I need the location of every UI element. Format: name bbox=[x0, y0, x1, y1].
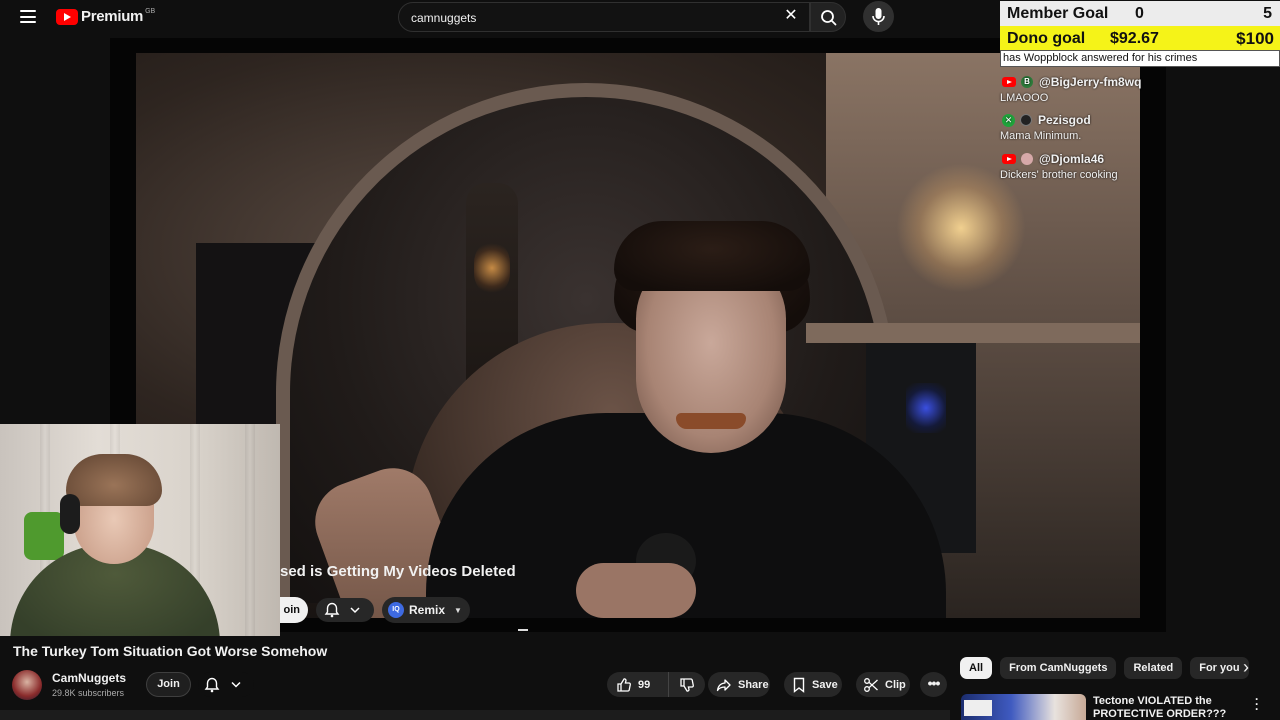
chat-username: @BigJerry-fm8wq bbox=[1039, 75, 1142, 89]
dono-goal-bar: Dono goal $92.67 $100 bbox=[1000, 26, 1280, 51]
channel-avatar[interactable] bbox=[12, 670, 42, 700]
chat-text: LMAOOO bbox=[1000, 92, 1049, 104]
video-title: The Turkey Tom Situation Got Worse Someh… bbox=[13, 643, 328, 659]
dono-goal-label: Dono goal bbox=[1007, 29, 1086, 47]
remix-label: Remix bbox=[409, 603, 446, 617]
recommended-video-title[interactable]: Tectone VIOLATED the PROTECTIVE ORDER??? bbox=[1093, 695, 1243, 720]
chat-username: Pezisgod bbox=[1038, 113, 1091, 127]
webcam-person-hair bbox=[66, 454, 162, 506]
scissors-icon bbox=[864, 677, 878, 692]
like-count: 99 bbox=[638, 678, 651, 691]
chat-avatar bbox=[1021, 153, 1033, 165]
menu-icon[interactable] bbox=[20, 10, 36, 23]
chat-message: @Djomla46 Dickers' brother cooking bbox=[1000, 151, 1200, 181]
search-button[interactable] bbox=[810, 2, 846, 32]
scene-hand bbox=[576, 563, 696, 618]
microphone-icon bbox=[872, 8, 885, 25]
clip-label: Clip bbox=[885, 678, 906, 691]
member-goal-bar: Member Goal 0 5 bbox=[1000, 1, 1280, 26]
xbox-icon: ✕ bbox=[1002, 113, 1015, 127]
like-button[interactable]: 99 bbox=[607, 672, 669, 697]
description-box-edge bbox=[0, 710, 950, 720]
dono-goal-current: $92.67 bbox=[1110, 29, 1159, 47]
brand-label: Premium bbox=[81, 8, 144, 25]
embedded-video-title: sed is Getting My Videos Deleted bbox=[280, 563, 516, 580]
chat-author-row: ✕ Pezisgod bbox=[1000, 112, 1200, 128]
chat-username: @Djomla46 bbox=[1039, 152, 1105, 166]
top-bar: Premium GB ✕ bbox=[0, 0, 1000, 36]
chat-message: B @BigJerry-fm8wq LMAOOO bbox=[1000, 74, 1200, 104]
search-icon bbox=[821, 10, 837, 26]
chat-author-row: B @BigJerry-fm8wq bbox=[1000, 74, 1200, 90]
region-label: GB bbox=[145, 8, 156, 15]
bell-icon bbox=[204, 677, 241, 693]
voice-search-button[interactable] bbox=[863, 1, 894, 32]
save-label: Save bbox=[812, 678, 838, 691]
scene-clock-light bbox=[474, 243, 510, 293]
channel-name[interactable]: CamNuggets bbox=[52, 671, 126, 685]
chat-text: Mama Minimum. bbox=[1000, 130, 1082, 142]
notification-bell-button[interactable] bbox=[198, 672, 254, 697]
chevron-right-icon[interactable]: › bbox=[1236, 658, 1256, 678]
dono-goal-target: $100 bbox=[1236, 28, 1274, 48]
chat-avatar: B bbox=[1021, 76, 1033, 88]
webcam-headset bbox=[60, 494, 80, 534]
share-icon bbox=[716, 678, 731, 691]
video-frame bbox=[136, 53, 1140, 618]
embedded-bell-button bbox=[316, 598, 374, 622]
bell-icon bbox=[324, 602, 360, 618]
join-button[interactable]: Join bbox=[146, 672, 191, 697]
search-box bbox=[398, 2, 810, 32]
webcam-chair bbox=[24, 512, 64, 560]
embedded-progress-marker bbox=[518, 629, 528, 631]
thumbs-down-icon bbox=[680, 677, 694, 692]
member-goal-label: Member Goal bbox=[1007, 4, 1109, 22]
recommendation-filter-chips: All From CamNuggets Related For you bbox=[960, 657, 1249, 679]
chat-text: Dickers' brother cooking bbox=[1000, 169, 1118, 181]
recommended-video-thumbnail[interactable] bbox=[961, 694, 1086, 720]
chip-from-channel[interactable]: From CamNuggets bbox=[1000, 657, 1117, 679]
more-actions-icon[interactable]: ••• bbox=[920, 672, 947, 697]
clear-search-icon[interactable]: ✕ bbox=[782, 7, 800, 25]
clip-button[interactable]: Clip bbox=[856, 672, 910, 697]
chevron-down-icon: ▼ bbox=[454, 605, 462, 615]
save-button[interactable]: Save bbox=[784, 672, 842, 697]
dislike-button[interactable] bbox=[669, 677, 705, 693]
bookmark-icon bbox=[793, 677, 805, 693]
youtube-icon bbox=[1002, 77, 1016, 87]
youtube-play-icon bbox=[56, 8, 78, 25]
scene-mustache bbox=[676, 413, 746, 429]
chip-related[interactable]: Related bbox=[1124, 657, 1183, 679]
scene-person-hair-top bbox=[614, 221, 810, 291]
embedded-remix-button: IQ Remix ▼ bbox=[382, 597, 470, 623]
chat-message: ✕ Pezisgod Mama Minimum. bbox=[1000, 112, 1200, 142]
streamer-webcam bbox=[0, 424, 280, 636]
thumbs-up-icon bbox=[617, 677, 631, 692]
search-input[interactable] bbox=[411, 9, 771, 27]
thumbnail-graphic bbox=[964, 700, 992, 716]
scene-counter bbox=[806, 323, 1140, 343]
stream-ticker: has Woppblock answered for his crimes bbox=[1000, 50, 1280, 67]
member-goal-target: 5 bbox=[1263, 4, 1272, 22]
chat-author-row: @Djomla46 bbox=[1000, 151, 1200, 167]
scene-lamp bbox=[896, 163, 1026, 293]
share-label: Share bbox=[738, 678, 769, 691]
remix-icon: IQ bbox=[388, 602, 404, 618]
chat-avatar bbox=[1020, 114, 1032, 126]
subscriber-count: 29.8K subscribers bbox=[52, 688, 125, 698]
youtube-premium-logo[interactable]: Premium GB bbox=[56, 8, 155, 25]
youtube-icon bbox=[1002, 154, 1016, 164]
chip-all[interactable]: All bbox=[960, 657, 993, 679]
member-goal-current: 0 bbox=[1135, 4, 1144, 22]
scene-blue-light bbox=[906, 383, 946, 433]
like-dislike-group: 99 bbox=[607, 672, 705, 697]
share-button[interactable]: Share bbox=[708, 672, 770, 697]
curtain-fold bbox=[245, 424, 255, 636]
kebab-menu-icon[interactable]: · · · bbox=[1252, 693, 1262, 715]
